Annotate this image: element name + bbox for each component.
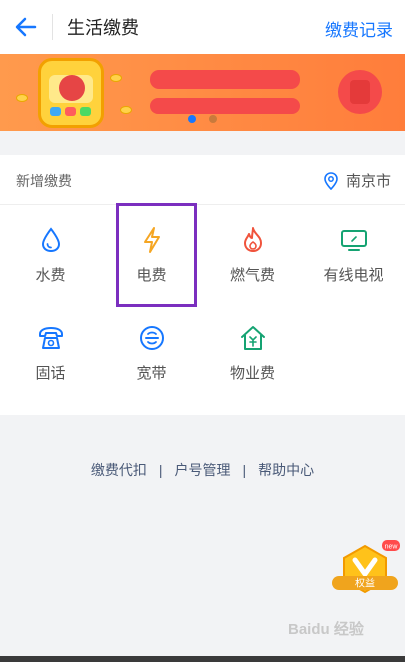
new-payment-header: 新增缴费 南京市 xyxy=(0,155,405,205)
carousel-dot[interactable] xyxy=(209,115,217,123)
redacted-banner-text xyxy=(150,70,300,89)
bottom-edge-bar xyxy=(0,656,405,662)
property-house-icon xyxy=(238,323,268,353)
service-label: 水费 xyxy=(35,267,66,284)
back-arrow-icon xyxy=(15,17,37,37)
new-badge-label: new xyxy=(385,544,399,551)
service-landline[interactable]: 固话 xyxy=(0,303,101,401)
service-label: 电费 xyxy=(136,267,167,284)
baidu-watermark: Baidu 经验 xyxy=(288,621,364,638)
service-grid: 水费 电费 燃气费 有线电视 固话 宽带 物业费 xyxy=(0,205,405,415)
service-cable-tv[interactable]: 有线电视 xyxy=(303,205,404,303)
broadband-icon xyxy=(137,323,167,353)
banner-mascot-image xyxy=(38,58,104,128)
service-label: 有线电视 xyxy=(323,267,384,284)
promo-banner[interactable] xyxy=(0,54,405,131)
service-label: 燃气费 xyxy=(229,267,275,284)
service-label: 物业费 xyxy=(229,365,275,382)
auto-pay-link[interactable]: 缴费代扣 xyxy=(91,462,147,478)
service-property[interactable]: 物业费 xyxy=(202,303,303,401)
redacted-banner-image xyxy=(338,70,382,114)
water-drop-icon xyxy=(36,225,66,255)
payment-records-link[interactable]: 缴费记录 xyxy=(325,16,393,41)
coin-icon xyxy=(16,94,28,102)
service-label: 固话 xyxy=(35,365,66,382)
link-separator: | xyxy=(158,462,163,478)
account-manage-link[interactable]: 户号管理 xyxy=(175,462,231,478)
flame-icon xyxy=(238,225,268,255)
tv-icon xyxy=(339,225,369,255)
page-title: 生活缴费 xyxy=(67,18,139,38)
city-name: 南京市 xyxy=(345,173,391,190)
service-gas[interactable]: 燃气费 xyxy=(202,205,303,303)
location-pin-icon xyxy=(324,171,338,190)
rights-badge[interactable]: new 权益 xyxy=(330,540,400,600)
service-broadband[interactable]: 宽带 xyxy=(101,303,202,401)
help-center-link[interactable]: 帮助中心 xyxy=(258,462,314,478)
redacted-banner-text xyxy=(150,98,300,114)
new-payment-label: 新增缴费 xyxy=(16,173,72,189)
app-header: 生活缴费 缴费记录 xyxy=(0,0,405,54)
footer-links: 缴费代扣 | 户号管理 | 帮助中心 xyxy=(0,460,405,480)
back-button[interactable] xyxy=(0,0,52,54)
lightning-icon xyxy=(137,225,167,255)
rights-label: 权益 xyxy=(355,577,375,590)
carousel-dot-active[interactable] xyxy=(188,115,196,123)
coin-icon xyxy=(120,106,132,114)
telephone-icon xyxy=(36,323,66,353)
coin-icon xyxy=(110,74,122,82)
service-electricity[interactable]: 电费 xyxy=(101,205,202,303)
service-water[interactable]: 水费 xyxy=(0,205,101,303)
city-selector[interactable]: 南京市 xyxy=(324,170,391,191)
header-divider xyxy=(52,14,53,40)
service-label: 宽带 xyxy=(136,365,167,382)
link-separator: | xyxy=(242,462,247,478)
